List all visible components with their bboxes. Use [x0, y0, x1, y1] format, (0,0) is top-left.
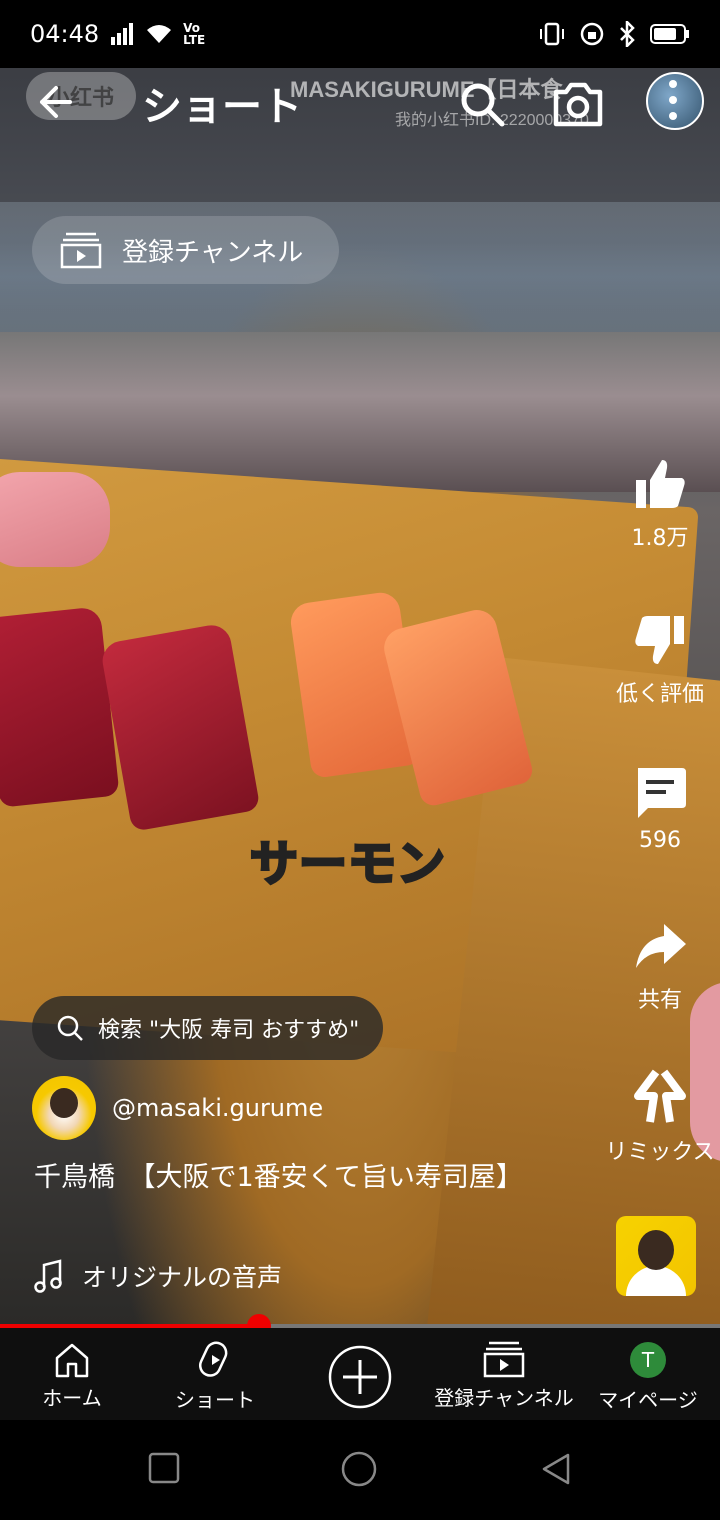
share-button[interactable]: 共有	[600, 918, 720, 1014]
channel-info[interactable]: @masaki.gurume	[32, 1076, 323, 1140]
thumbs-down-icon	[635, 616, 684, 664]
video-title[interactable]: 千鳥橋 【大阪で1番安くて旨い寿司屋】	[34, 1160, 554, 1196]
volte-icon: Vo LTE	[183, 21, 206, 47]
dislike-label: 低く評価	[615, 682, 704, 707]
back-arrow-icon[interactable]	[30, 74, 86, 130]
status-time: 04:48	[30, 20, 100, 48]
audio-label: オリジナルの音声	[82, 1263, 283, 1292]
system-nav-bar	[0, 1420, 720, 1520]
remix-label: リミックス	[605, 1140, 715, 1165]
avatar[interactable]	[32, 1076, 96, 1140]
recent-apps-icon[interactable]	[148, 1452, 180, 1484]
channel-handle[interactable]: @masaki.gurume	[112, 1094, 323, 1122]
comment-button[interactable]: 596	[600, 764, 720, 853]
sushi-pink	[0, 472, 110, 567]
nav-shorts-label: ショート	[175, 1388, 255, 1412]
status-bar: 04:48 Vo LTE	[0, 0, 720, 68]
dislike-button[interactable]: 低く評価	[600, 612, 720, 708]
bottom-nav: ホーム ショート 登録チャンネル T マイページ	[0, 1328, 720, 1420]
vibrate-icon	[540, 22, 564, 46]
top-bar: ショート	[0, 68, 720, 140]
nav-mypage-label: マイページ	[598, 1388, 698, 1412]
nav-shorts[interactable]: ショート	[170, 1340, 260, 1413]
subscriptions-chip[interactable]: 登録チャンネル	[32, 216, 340, 284]
page-title: ショート	[142, 84, 302, 130]
sound-thumbnail[interactable]	[616, 1216, 696, 1296]
nav-create[interactable]	[326, 1344, 394, 1414]
camera-icon[interactable]	[550, 78, 606, 130]
nav-home-label: ホーム	[42, 1386, 102, 1410]
search-suggestion-chip[interactable]: 検索 "大阪 寿司 おすすめ"	[32, 996, 384, 1060]
remix-icon	[634, 1069, 686, 1123]
share-label: 共有	[637, 988, 682, 1013]
plus-circle-icon	[328, 1345, 392, 1409]
subscriptions-chip-label: 登録チャンネル	[122, 237, 304, 268]
subscriptions-icon	[60, 232, 102, 269]
nav-subscriptions[interactable]: 登録チャンネル	[432, 1340, 576, 1411]
signal-icon	[111, 23, 134, 45]
more-vert-icon[interactable]	[668, 78, 678, 122]
video-caption: サーモン	[248, 835, 447, 894]
back-triangle-icon[interactable]	[540, 1452, 572, 1486]
lock-rotation-icon	[580, 22, 604, 46]
thumbs-up-icon	[636, 460, 685, 508]
comment-icon	[638, 768, 686, 818]
nav-home[interactable]: ホーム	[32, 1340, 112, 1411]
like-button[interactable]: 1.8万	[600, 456, 720, 552]
shorts-icon	[198, 1341, 228, 1377]
comment-count: 596	[639, 828, 681, 853]
share-icon	[636, 924, 686, 968]
music-note-icon	[34, 1259, 62, 1293]
home-icon	[55, 1343, 89, 1378]
battery-icon	[650, 24, 689, 44]
like-count: 1.8万	[631, 526, 689, 551]
nav-mypage[interactable]: T マイページ	[594, 1340, 702, 1413]
nav-subscriptions-label: 登録チャンネル	[434, 1386, 574, 1410]
user-avatar: T	[630, 1342, 666, 1378]
home-circle-icon[interactable]	[340, 1450, 378, 1488]
search-icon	[57, 1015, 83, 1041]
subscriptions-icon	[483, 1341, 525, 1378]
search-icon[interactable]	[456, 78, 508, 130]
bluetooth-icon	[620, 21, 635, 47]
remix-button[interactable]: リミックス	[600, 1068, 720, 1166]
search-suggestion-text: 検索 "大阪 寿司 おすすめ"	[98, 1018, 360, 1043]
wifi-icon	[147, 25, 172, 43]
audio-info[interactable]: オリジナルの音声	[34, 1258, 282, 1294]
sushi-tuna	[0, 606, 120, 808]
